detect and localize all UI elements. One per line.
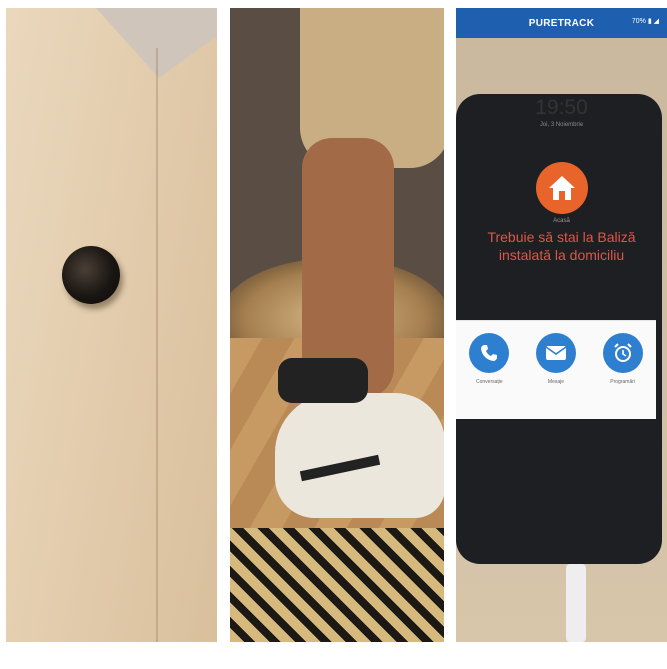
action-bar: Conversație Mesaje Programări [456,320,656,419]
call-label: Conversație [475,379,503,385]
wall-corner [156,48,158,642]
home-icon [548,176,575,200]
appointments-label: Programări [610,379,635,385]
home-state-label: Acasă [553,218,570,224]
ankle-bracelet [278,358,368,403]
phone-screen: PURETRACK 70% ▮ ◢ 19:50 Joi, 3 Noiembrie… [456,8,667,419]
messages-label: Mesaje [547,379,565,385]
messages-button[interactable]: Mesaje [526,321,586,419]
appointments-button[interactable]: Programări [593,321,653,419]
ankle-monitor-photo [230,8,444,642]
home-status-button[interactable] [535,162,588,214]
beacon-device [62,246,120,304]
date: Joi, 3 Noiembrie [539,122,584,128]
alarm-clock-icon [613,343,632,362]
wall-sensor-photo [6,8,217,642]
phone-screen-container: PURETRACK 70% ▮ ◢ 19:50 Joi, 3 Noiembrie… [456,8,667,642]
patterned-mat [230,528,444,642]
app-logo: PURETRACK [528,17,595,29]
stay-home-message: Trebuie să stai la Baliză instalată la d… [487,229,636,263]
call-button[interactable]: Conversație [459,321,519,419]
status-bar: 70% ▮ ◢ [631,18,659,25]
phone-icon [481,345,498,361]
sneaker [275,393,444,518]
mail-icon [545,346,567,360]
app-header: PURETRACK 70% ▮ ◢ [456,8,667,38]
clock: 19:50 [535,96,588,119]
